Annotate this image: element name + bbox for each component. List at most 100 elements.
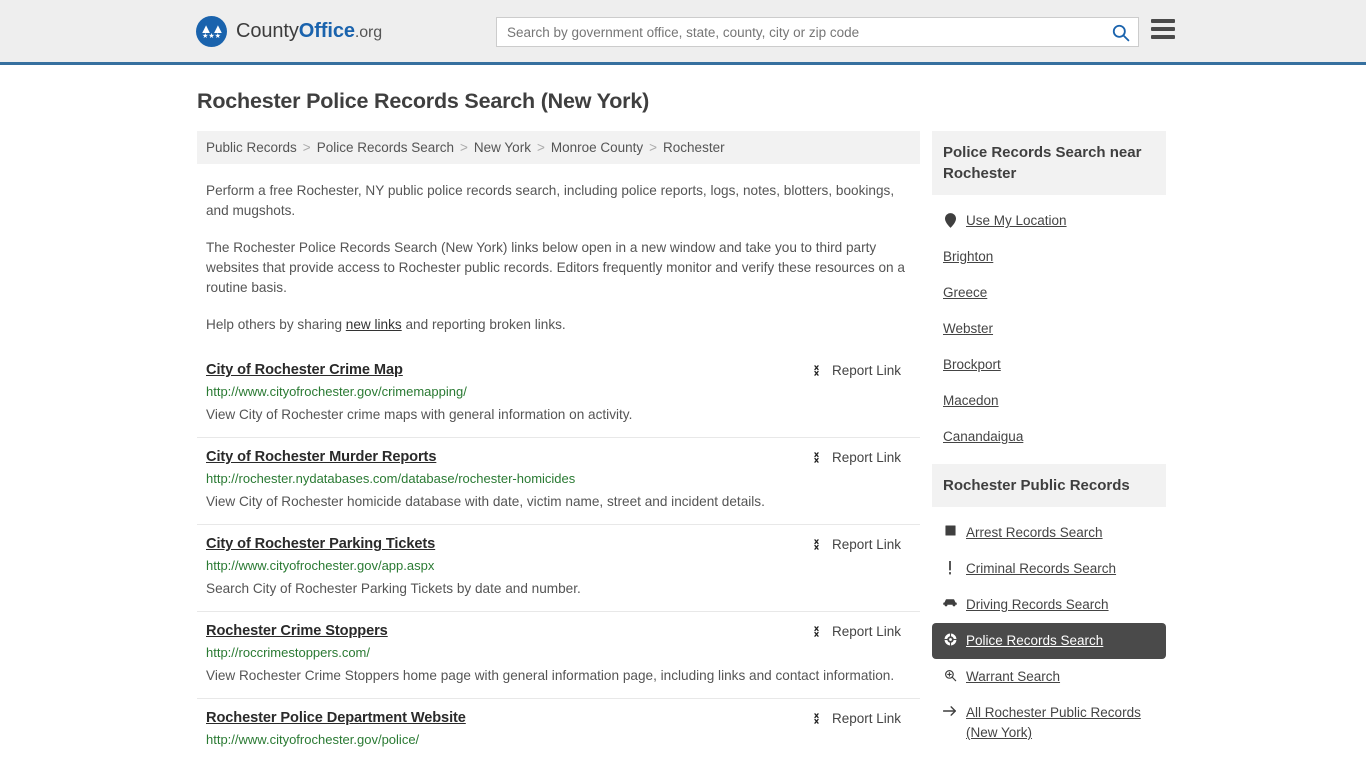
report-link-label: Report Link [831,363,901,378]
report-link-button[interactable]: Report Link [809,363,911,378]
sidebar-link-label[interactable]: Webster [943,319,993,339]
sidebar-link-label[interactable]: Canandaigua [943,427,1023,447]
breadcrumb-item-new-york[interactable]: New York [474,140,531,155]
breadcrumb-item-monroe-county[interactable]: Monroe County [551,140,643,155]
report-link-label: Report Link [831,450,901,465]
result-header: Rochester Police Department Website Repo… [206,710,911,726]
result-title-link[interactable]: City of Rochester Murder Reports [206,449,436,465]
sidebar-link-label[interactable]: Warrant Search [966,667,1060,687]
brand-part-one: County [236,19,299,42]
broken-link-icon [814,539,819,550]
arrow-right-icon [943,705,957,717]
result-title-link[interactable]: Rochester Police Department Website [206,710,466,726]
intro-text-after-link: and reporting broken links. [401,317,566,332]
brand-part-two: Office [298,19,355,42]
broken-link-icon [814,452,819,463]
hamburger-bar [1151,19,1175,23]
site-logo-link[interactable]: ▲▲ ★★★ CountyOffice.org [196,15,383,47]
sidebar-item-macedon[interactable]: Macedon [932,383,1166,419]
sidebar-link-label[interactable]: Police Records Search [966,631,1103,651]
breadcrumb-item-rochester[interactable]: Rochester [663,140,725,155]
main-column: Public Records > Police Records Search >… [197,131,920,760]
sidebar-link-label[interactable]: Macedon [943,391,999,411]
sidebar-link-label[interactable]: Driving Records Search [966,595,1109,615]
search-bar [496,17,1139,47]
breadcrumb-separator: > [649,140,658,155]
search-input[interactable] [497,18,1102,46]
report-link-button[interactable]: Report Link [809,450,911,465]
breadcrumb: Public Records > Police Records Search >… [197,131,920,164]
result-description: View City of Rochester crime maps with g… [206,407,633,422]
sidebar-item-use-my-location[interactable]: Use My Location [932,203,1166,239]
hamburger-bar [1151,35,1175,39]
public-records-list: Arrest Records Search Criminal Records S… [932,507,1166,755]
broken-link-icon [814,365,819,376]
result-url[interactable]: http://roccrimestoppers.com/ [206,645,911,660]
nearby-searches-panel: Police Records Search near Rochester Use… [932,131,1166,459]
breadcrumb-item-public-records[interactable]: Public Records [206,140,297,155]
broken-link-icon [814,713,819,724]
public-records-heading: Rochester Public Records [932,464,1166,507]
breadcrumb-item-police-records-search[interactable]: Police Records Search [317,140,454,155]
broken-link-icon [814,626,819,637]
sidebar: Police Records Search near Rochester Use… [932,131,1166,760]
sidebar-link-label[interactable]: Criminal Records Search [966,559,1116,579]
sidebar-item-brockport[interactable]: Brockport [932,347,1166,383]
result-description: View City of Rochester homicide database… [206,494,765,509]
sidebar-item-driving-records-search[interactable]: Driving Records Search [932,587,1166,623]
result-url[interactable]: http://www.cityofrochester.gov/crimemapp… [206,384,911,399]
sidebar-link-label[interactable]: Use My Location [966,211,1067,231]
sidebar-item-warrant-search[interactable]: Warrant Search [932,659,1166,695]
result-header: City of Rochester Murder Reports Report … [206,449,911,465]
results-list: City of Rochester Crime Map Report Link … [197,351,920,759]
sidebar-link-label[interactable]: All Rochester Public Records (New York) [966,703,1155,743]
breadcrumb-separator: > [460,140,468,155]
search-button[interactable] [1102,18,1138,46]
result-title-link[interactable]: City of Rochester Parking Tickets [206,536,435,552]
brand-tld: .org [354,23,383,41]
sidebar-item-police-records-search[interactable]: Police Records Search [932,623,1166,659]
site-header: ▲▲ ★★★ CountyOffice.org [0,0,1366,65]
intro-paragraph-1: Perform a free Rochester, NY public poli… [206,183,895,218]
report-link-label: Report Link [831,624,901,639]
magnifier-plus-icon [943,669,957,682]
sidebar-link-label[interactable]: Brockport [943,355,1001,375]
breadcrumb-separator: > [302,140,311,155]
hamburger-menu-icon[interactable] [1151,19,1175,39]
sidebar-link-label[interactable]: Greece [943,283,987,303]
report-link-button[interactable]: Report Link [809,624,911,639]
content-columns: Public Records > Police Records Search >… [0,131,1366,760]
sidebar-item-canandaigua[interactable]: Canandaigua [932,419,1166,455]
result-url[interactable]: http://www.cityofrochester.gov/app.aspx [206,558,911,573]
result-url[interactable]: http://www.cityofrochester.gov/police/ [206,732,911,747]
result-title-link[interactable]: City of Rochester Crime Map [206,362,403,378]
result-url[interactable]: http://rochester.nydatabases.com/databas… [206,471,911,486]
result-description: View Rochester Crime Stoppers home page … [206,668,895,683]
nearby-searches-list: Use My Location Brighton Greece Webster … [932,195,1166,459]
result-title-link[interactable]: Rochester Crime Stoppers [206,623,388,639]
sidebar-item-all-public-records[interactable]: All Rochester Public Records (New York) [932,695,1166,751]
new-links-link[interactable]: new links [346,317,402,332]
page-body: Rochester Police Records Search (New Yor… [0,89,1366,760]
sidebar-link-label[interactable]: Arrest Records Search [966,523,1103,543]
exclamation-icon [943,561,957,575]
car-icon [943,597,957,608]
sidebar-item-criminal-records-search[interactable]: Criminal Records Search [932,551,1166,587]
eagle-stars-icon: ▲▲ ★★★ [196,15,227,47]
sidebar-item-greece[interactable]: Greece [932,275,1166,311]
result-header: City of Rochester Parking Tickets Report… [206,536,911,552]
sidebar-item-brighton[interactable]: Brighton [932,239,1166,275]
result-item: City of Rochester Murder Reports Report … [197,437,920,524]
sidebar-link-label[interactable]: Brighton [943,247,993,267]
report-link-label: Report Link [831,711,901,726]
result-header: City of Rochester Crime Map Report Link [206,362,911,378]
intro-paragraph-2: The Rochester Police Records Search (New… [206,240,905,295]
result-item: Rochester Crime Stoppers Report Link htt… [197,611,920,698]
sidebar-item-arrest-records-search[interactable]: Arrest Records Search [932,515,1166,551]
report-link-button[interactable]: Report Link [809,537,911,552]
report-link-button[interactable]: Report Link [809,711,911,726]
sidebar-item-webster[interactable]: Webster [932,311,1166,347]
breadcrumb-separator: > [536,140,545,155]
nearby-searches-heading: Police Records Search near Rochester [932,131,1166,195]
result-item: City of Rochester Parking Tickets Report… [197,524,920,611]
